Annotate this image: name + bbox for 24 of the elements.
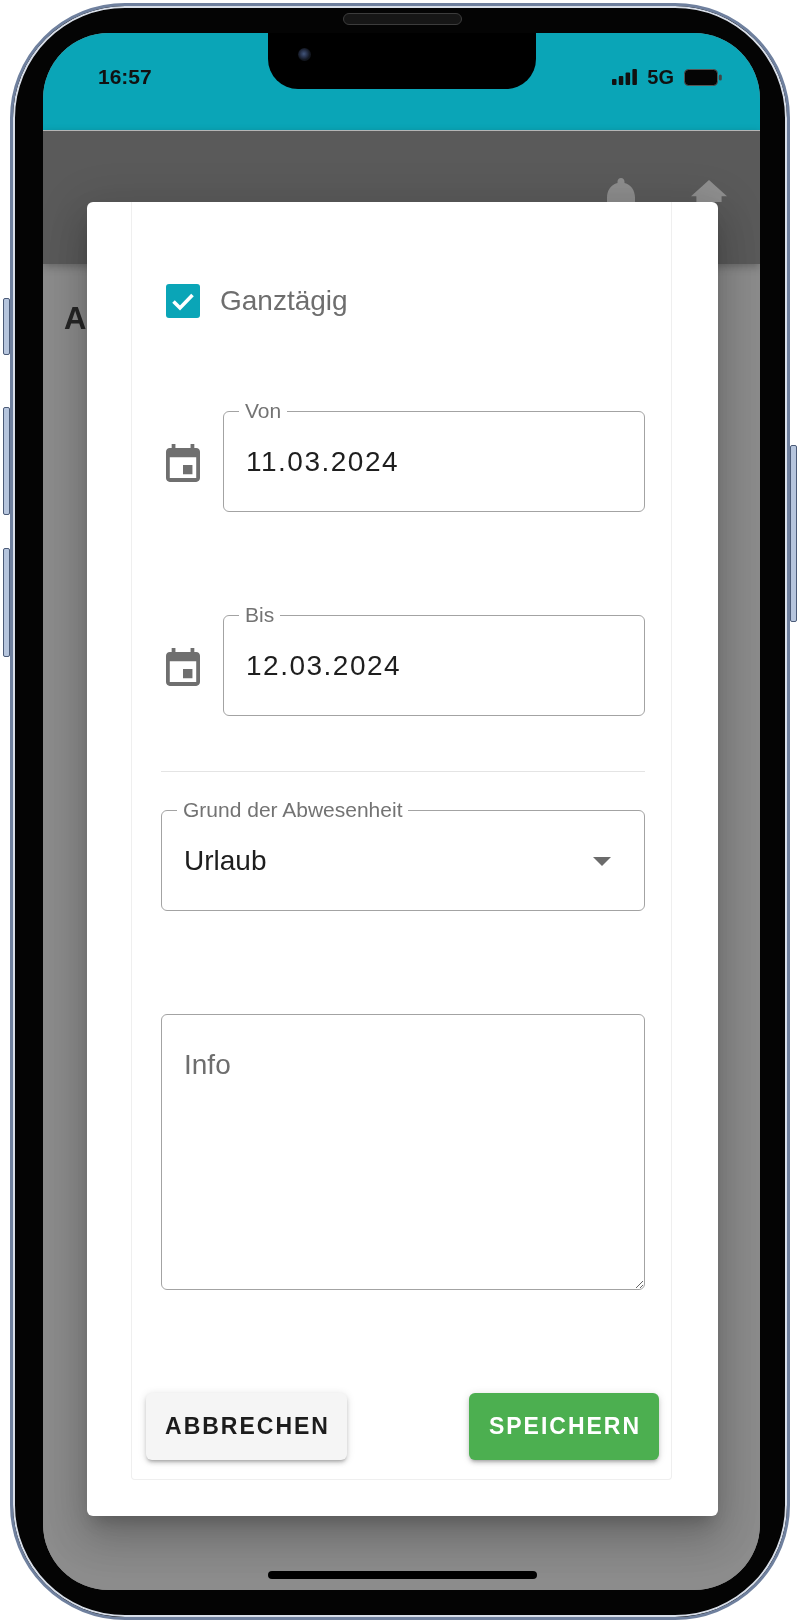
date-field[interactable]: Bis 12.03.2024 [223,604,645,716]
signal-icon [612,69,638,85]
field-label: Bis [244,604,276,626]
checkbox[interactable] [166,284,200,318]
bell-icon[interactable] [607,178,635,202]
camera-icon [298,48,311,61]
side-button[interactable] [3,548,10,657]
field-label: Von [244,400,283,422]
calendar-icon [166,443,200,482]
calendar-icon [166,647,200,686]
home-icon[interactable] [691,180,727,202]
side-button[interactable] [3,407,10,515]
info-field[interactable]: Info [161,1014,645,1290]
caret-icon [593,856,611,866]
reason-dropdown[interactable]: Grund der Abwesenheit Urlaub [161,799,645,911]
side-button[interactable] [790,445,797,622]
checkbox-label[interactable]: Ganztägig [220,284,348,318]
cancel-button[interactable]: ABBRECHEN [146,1393,347,1460]
side-button[interactable] [3,298,10,355]
status-time: 16:57 [98,66,152,88]
network-label: 5G [647,66,674,88]
battery-icon [684,68,722,86]
field-label: Grund der Abwesenheit [182,799,404,821]
page-title: A [64,302,87,336]
